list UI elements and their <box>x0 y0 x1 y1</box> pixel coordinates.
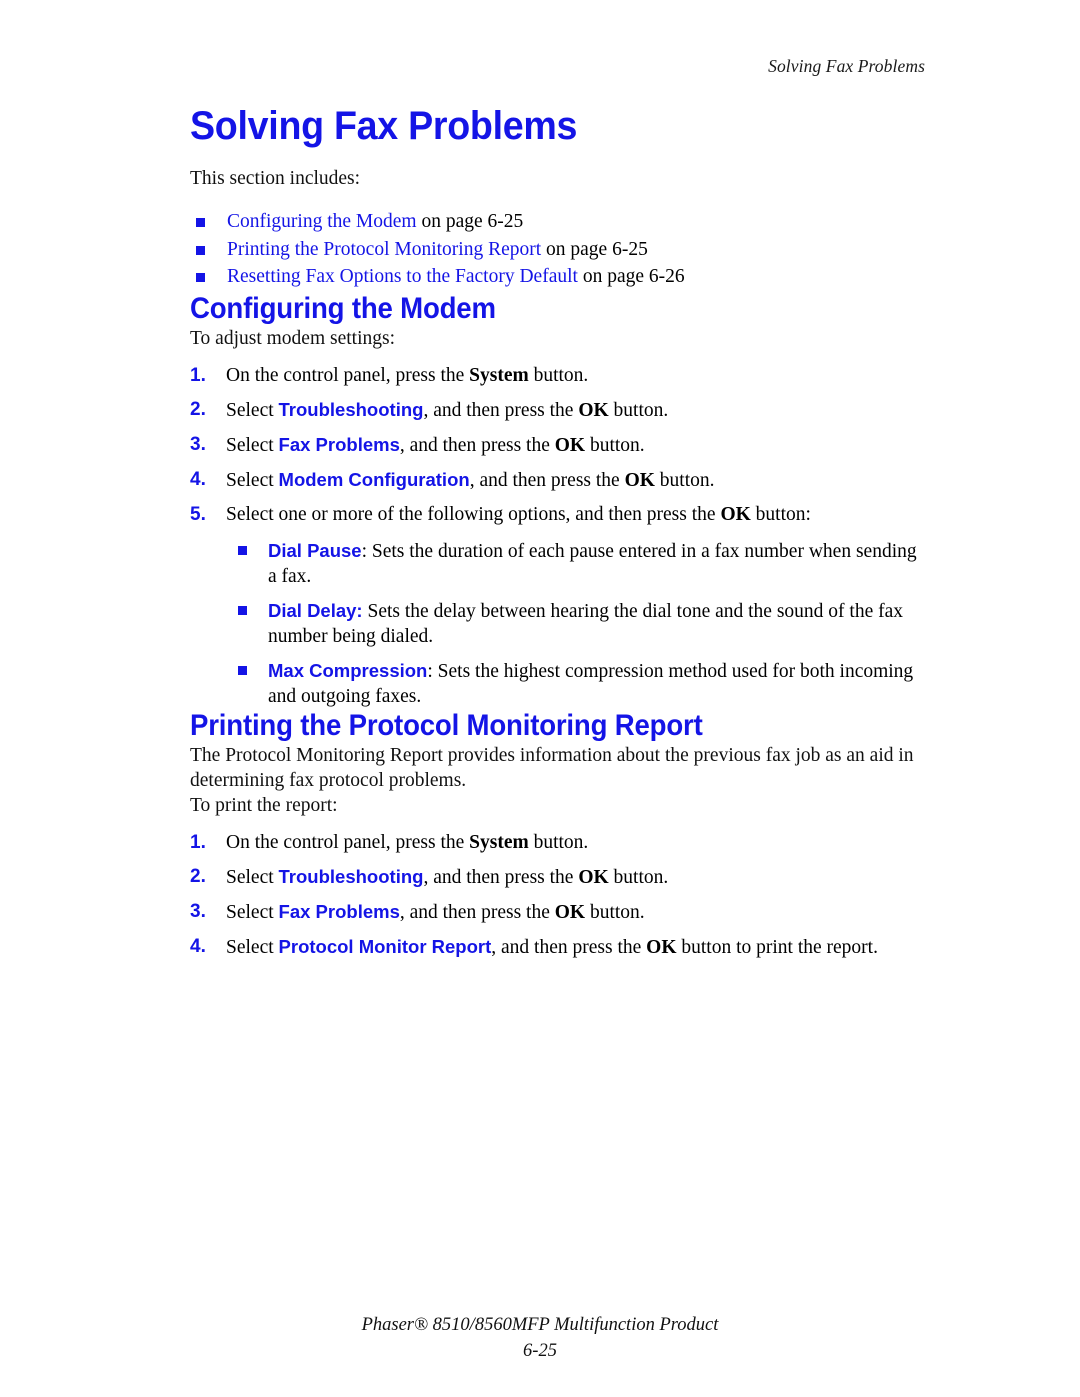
step-text-post: button. <box>608 866 669 888</box>
option-separator: : <box>361 540 372 562</box>
step-text-pre: Select <box>226 936 279 958</box>
step-text-mid: , and then press the <box>423 399 579 421</box>
ui-menu-label: Troubleshooting <box>278 865 424 887</box>
step-text-mid: , and then press the <box>469 469 625 491</box>
step-text-pre: Select one or more of the following opti… <box>226 503 721 525</box>
key-name: OK <box>624 469 655 491</box>
step-text-post: button to print the report. <box>676 936 878 958</box>
modem-options-list: Dial Pause: Sets the duration of each pa… <box>226 538 927 709</box>
ui-option-label: Max Compression <box>268 659 428 681</box>
square-bullet-icon <box>238 605 247 615</box>
square-bullet-icon <box>196 245 205 255</box>
list-item: Dial Pause: Sets the duration of each pa… <box>238 538 927 589</box>
step-number: 4. <box>190 935 206 957</box>
protocol-lead-text: To print the report: <box>190 794 338 816</box>
step-text-pre: Select <box>226 469 279 491</box>
xref-tail: on page 6-26 <box>577 266 685 287</box>
square-bullet-icon <box>196 218 205 227</box>
step-number: 5. <box>190 503 206 525</box>
key-name: OK <box>554 901 586 923</box>
step-text-pre: On the control panel, press the <box>226 364 470 386</box>
section-heading-printing-the-protocol-monitoring-report: Printing the Protocol Monitoring Report <box>190 708 703 742</box>
cross-reference-list: Configuring the Modem on page 6-25 Print… <box>190 209 927 291</box>
step-text-post: button. <box>585 901 645 923</box>
key-name: System <box>469 831 529 853</box>
step-text-post: button. <box>585 434 645 456</box>
step-number: 2. <box>190 398 206 420</box>
ui-menu-label: Troubleshooting <box>278 398 424 420</box>
modem-lead-text: To adjust modem settings: <box>190 327 395 349</box>
xref-tail: on page 6-25 <box>416 211 524 232</box>
step-item: 5. Select one or more of the following op… <box>190 502 927 709</box>
step-text-mid: , and then press the <box>399 901 555 923</box>
step-text-mid: , and then press the <box>491 936 647 958</box>
footer-page-number: 6-25 <box>523 1341 557 1361</box>
intro-text: This section includes: <box>190 168 361 189</box>
step-item: 3. Select Fax Problems, and then press th… <box>190 432 927 458</box>
step-text-mid: , and then press the <box>399 434 555 456</box>
document-page: Solving Fax Problems Solving Fax Problem… <box>0 0 1080 1397</box>
ui-menu-label: Fax Problems <box>278 900 400 922</box>
step-number: 4. <box>190 468 206 490</box>
ui-menu-label: Protocol Monitor Report <box>278 935 492 957</box>
step-number: 1. <box>190 364 206 386</box>
page-title: Solving Fax Problems <box>190 104 578 148</box>
list-item: Dial Delay: Sets the delay between heari… <box>238 598 927 649</box>
key-name: OK <box>720 503 751 525</box>
step-item: 3. Select Fax Problems, and then press th… <box>190 899 927 925</box>
list-item[interactable]: Printing the Protocol Monitoring Report … <box>190 237 927 264</box>
key-name: OK <box>554 434 586 456</box>
square-bullet-icon <box>238 545 247 555</box>
page-content: Solving Fax Problems This section includ… <box>190 104 927 960</box>
key-name: System <box>469 364 529 386</box>
step-text-pre: Select <box>226 399 279 421</box>
step-text-post: button: <box>750 503 811 525</box>
step-item: 4. Select Protocol Monitor Report, and th… <box>190 934 927 960</box>
running-header: Solving Fax Problems <box>768 56 925 76</box>
square-bullet-icon <box>196 273 205 282</box>
list-item: Max Compression: Sets the highest compre… <box>238 658 927 709</box>
xref-tail: on page 6-25 <box>541 238 648 260</box>
step-item: 2. Select Troubleshooting, and then press… <box>190 864 927 890</box>
ui-option-label: Dial Pause <box>268 539 362 561</box>
square-bullet-icon <box>238 665 247 675</box>
protocol-paragraph: The Protocol Monitoring Report provides … <box>190 744 914 791</box>
footer-product: Phaser® 8510/8560MFP Multifunction Produ… <box>361 1315 719 1335</box>
section-heading-configuring-the-modem: Configuring the Modem <box>190 291 496 325</box>
ui-menu-label: Fax Problems <box>278 433 400 455</box>
step-text-pre: Select <box>226 434 279 456</box>
modem-steps-list: 1. On the control panel, press the System… <box>190 363 927 709</box>
key-name: OK <box>646 936 677 958</box>
list-item[interactable]: Configuring the Modem on page 6-25 <box>190 209 927 236</box>
step-number: 1. <box>190 831 206 853</box>
key-name: OK <box>578 866 609 888</box>
step-item: 1. On the control panel, press the System… <box>190 830 927 855</box>
xref-link[interactable]: Resetting Fax Options to the Factory Def… <box>227 266 578 287</box>
key-name: OK <box>578 399 609 421</box>
step-text-post: button. <box>528 831 589 853</box>
step-number: 3. <box>190 433 206 455</box>
xref-link[interactable]: Printing the Protocol Monitoring Report <box>227 239 541 260</box>
step-number: 3. <box>190 900 206 922</box>
step-text-post: button. <box>654 469 715 491</box>
step-text-post: button. <box>608 399 669 421</box>
page-footer: Phaser® 8510/8560MFP Multifunction Produ… <box>0 1312 1080 1364</box>
ui-menu-label: Modem Configuration <box>278 468 470 490</box>
step-text-pre: On the control panel, press the <box>226 831 470 853</box>
protocol-steps-list: 1. On the control panel, press the System… <box>190 830 927 960</box>
ui-option-label: Dial Delay: <box>268 599 363 621</box>
xref-link[interactable]: Configuring the Modem <box>227 211 417 232</box>
step-text-mid: , and then press the <box>423 866 579 888</box>
step-item: 1. On the control panel, press the System… <box>190 363 927 388</box>
step-text-pre: Select <box>226 901 279 923</box>
option-separator: : <box>427 660 438 682</box>
step-number: 2. <box>190 865 206 887</box>
step-item: 2. Select Troubleshooting, and then press… <box>190 397 927 423</box>
step-text-post: button. <box>528 364 589 386</box>
step-text-pre: Select <box>226 866 279 888</box>
list-item[interactable]: Resetting Fax Options to the Factory Def… <box>190 264 927 291</box>
step-item: 4. Select Modem Configuration, and then p… <box>190 467 927 493</box>
